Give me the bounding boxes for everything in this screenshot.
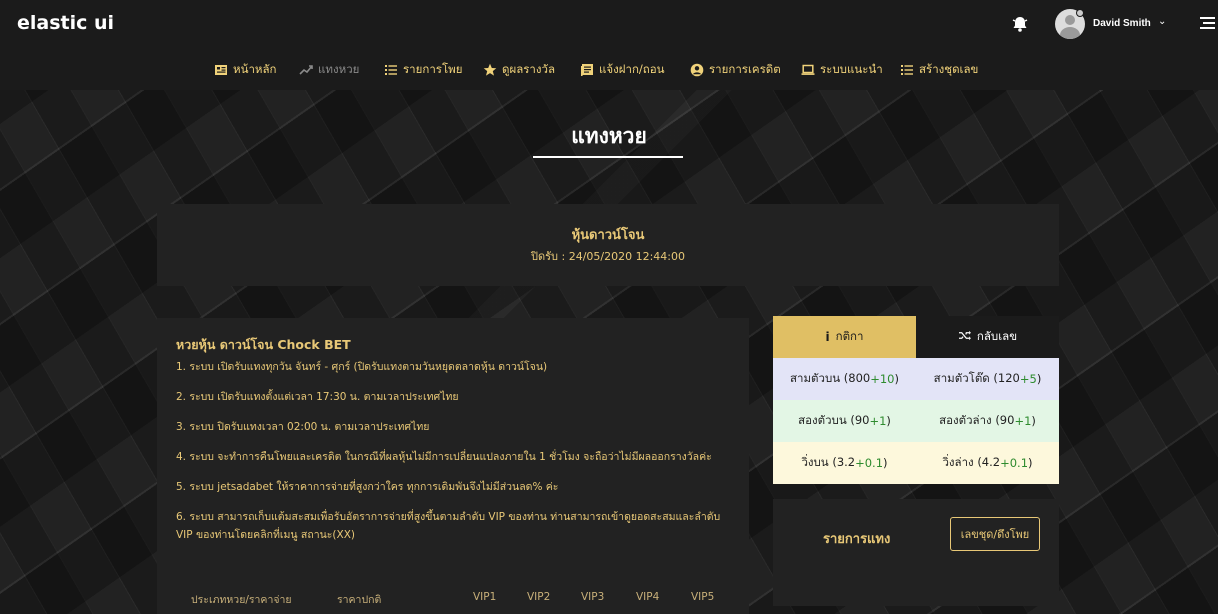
table-header-normal: ราคาปกติ [337,594,382,606]
rule-item: 1. ระบบ เปิดรับแทงทุกวัน จันทร์ - ศุกร์ … [176,361,548,373]
rate-row: วิ่งบน (3.2 +0.1) วิ่งล่าง (4.2 +0.1) [773,442,1059,484]
rules-title: หวยหุ้น ดาวน์โจน Chock BET [176,337,351,352]
nav-label-referral: ระบบแนะนำ [820,62,883,76]
rule-item: 6. ระบบ สามารถเก็บแต้มสะสมเพื่อรับอัตราก… [176,511,721,541]
rule-item: 4. ระบบ จะทำการคืนโพยและเครดิต ในกรณีที่… [176,451,712,463]
rate-two-bottom[interactable]: สองตัวล่าง (90 +1) [916,400,1059,442]
nav-label-credit: รายการเครดิต [709,62,781,76]
user-name[interactable]: David Smith [1093,18,1151,29]
rate-run-bottom[interactable]: วิ่งล่าง (4.2 +0.1) [916,442,1059,484]
nav-label-deposit: แจ้งฝาก/ถอน [599,62,665,76]
page-title: แทงหวย [571,124,647,148]
tab-rules[interactable]: i กติกา [773,316,916,358]
app-logo[interactable]: elastic ui [17,12,114,34]
nav-item-number-set[interactable]: สร้างชุดเลข [900,61,978,79]
user-circle-icon [690,63,704,77]
rule-item: 3. ระบบ ปิดรับแทงเวลา 02:00 น. ตามเวลาปร… [176,421,430,433]
title-underline [533,156,683,158]
rule-item: 2. ระบบ เปิดรับแทงตั้งแต่เวลา 17:30 น. ต… [176,391,459,403]
nav-item-referral[interactable]: ระบบแนะนำ [801,61,883,79]
nav-label-bet: แทงหวย [318,62,360,76]
nav-item-bet[interactable]: แทงหวย [299,61,359,79]
nav-item-deposit[interactable]: แจ้งฝาก/ถอน [580,61,665,79]
nav-item-home[interactable]: หน้าหลัก [214,61,277,79]
rules-panel: หวยหุ้น ดาวน์โจน Chock BET 1. ระบบ เปิดร… [157,318,749,614]
rate-row: สองตัวบน (90 +1) สองตัวล่าง (90 +1) [773,400,1059,442]
top-bar: elastic ui David Smith ⌄ [0,0,1218,48]
rule-item: 5. ระบบ jetsadabet ให้ราคาการจ่ายที่สูงก… [176,481,559,493]
nav-label-home: หน้าหลัก [233,62,277,76]
tab-rules-label: กติกา [835,329,864,343]
lottery-name: หุ้นดาวน์โจน [571,228,645,243]
bell-icon[interactable] [1010,14,1030,34]
nav-label-results: ดูผลรางวัล [502,62,556,76]
nav-item-credit[interactable]: รายการเครดิต [690,61,781,79]
tab-flip-number[interactable]: กลับเลข [916,316,1059,358]
rate-row: สามตัวบน (800 +10) สามตัวโต๊ด (120 +5) [773,358,1059,400]
rate-two-top[interactable]: สองตัวบน (90 +1) [773,400,916,442]
home-grid-icon [215,65,227,75]
bet-list-panel: รายการแทง เลขชุด/ดึงโพย [773,499,1059,606]
shuffle-icon [958,330,971,344]
chevron-down-icon[interactable]: ⌄ [1158,16,1166,27]
rate-three-tote[interactable]: สามตัวโต๊ด (120 +5) [916,358,1059,400]
tab-flip-label: กลับเลข [976,329,1018,343]
table-header-vip4: VIP4 [636,591,660,603]
menu-icon[interactable] [1200,17,1215,31]
nav-item-slips[interactable]: รายการโพย [384,61,462,79]
table-header-type: ประเภทหวย/ราคาจ่าย [191,594,292,606]
bet-list-label: รายการแทง [823,532,891,547]
nav-item-results[interactable]: ดูผลรางวัล [483,61,555,79]
table-header-vip2: VIP2 [527,591,551,603]
list-check-icon [901,65,913,75]
laptop-icon [801,64,815,75]
online-status-dot [1076,9,1084,17]
table-header-vip1: VIP1 [473,591,497,603]
number-set-button[interactable]: เลขชุด/ดึงโพย [950,517,1040,551]
chart-line-icon [299,65,313,75]
nav-label-number-set: สร้างชุดเลข [919,62,979,76]
rate-three-top[interactable]: สามตัวบน (800 +10) [773,358,916,400]
nav-label-slips: รายการโพย [403,62,463,76]
star-icon [483,63,497,76]
close-time: ปิดรับ : 24/05/2020 12:44:00 [530,250,686,263]
table-header-vip5: VIP5 [691,591,715,603]
list-icon [385,65,397,75]
info-icon: i [825,330,830,344]
rate-run-top[interactable]: วิ่งบน (3.2 +0.1) [773,442,916,484]
lottery-info-panel: หุ้นดาวน์โจน ปิดรับ : 24/05/2020 12:44:0… [157,204,1059,286]
table-header-vip3: VIP3 [581,591,605,603]
main-nav: หน้าหลัก แทงหวย รายการโพย ดูผลรางวัล แจ้… [0,48,1218,90]
book-icon [581,64,593,76]
